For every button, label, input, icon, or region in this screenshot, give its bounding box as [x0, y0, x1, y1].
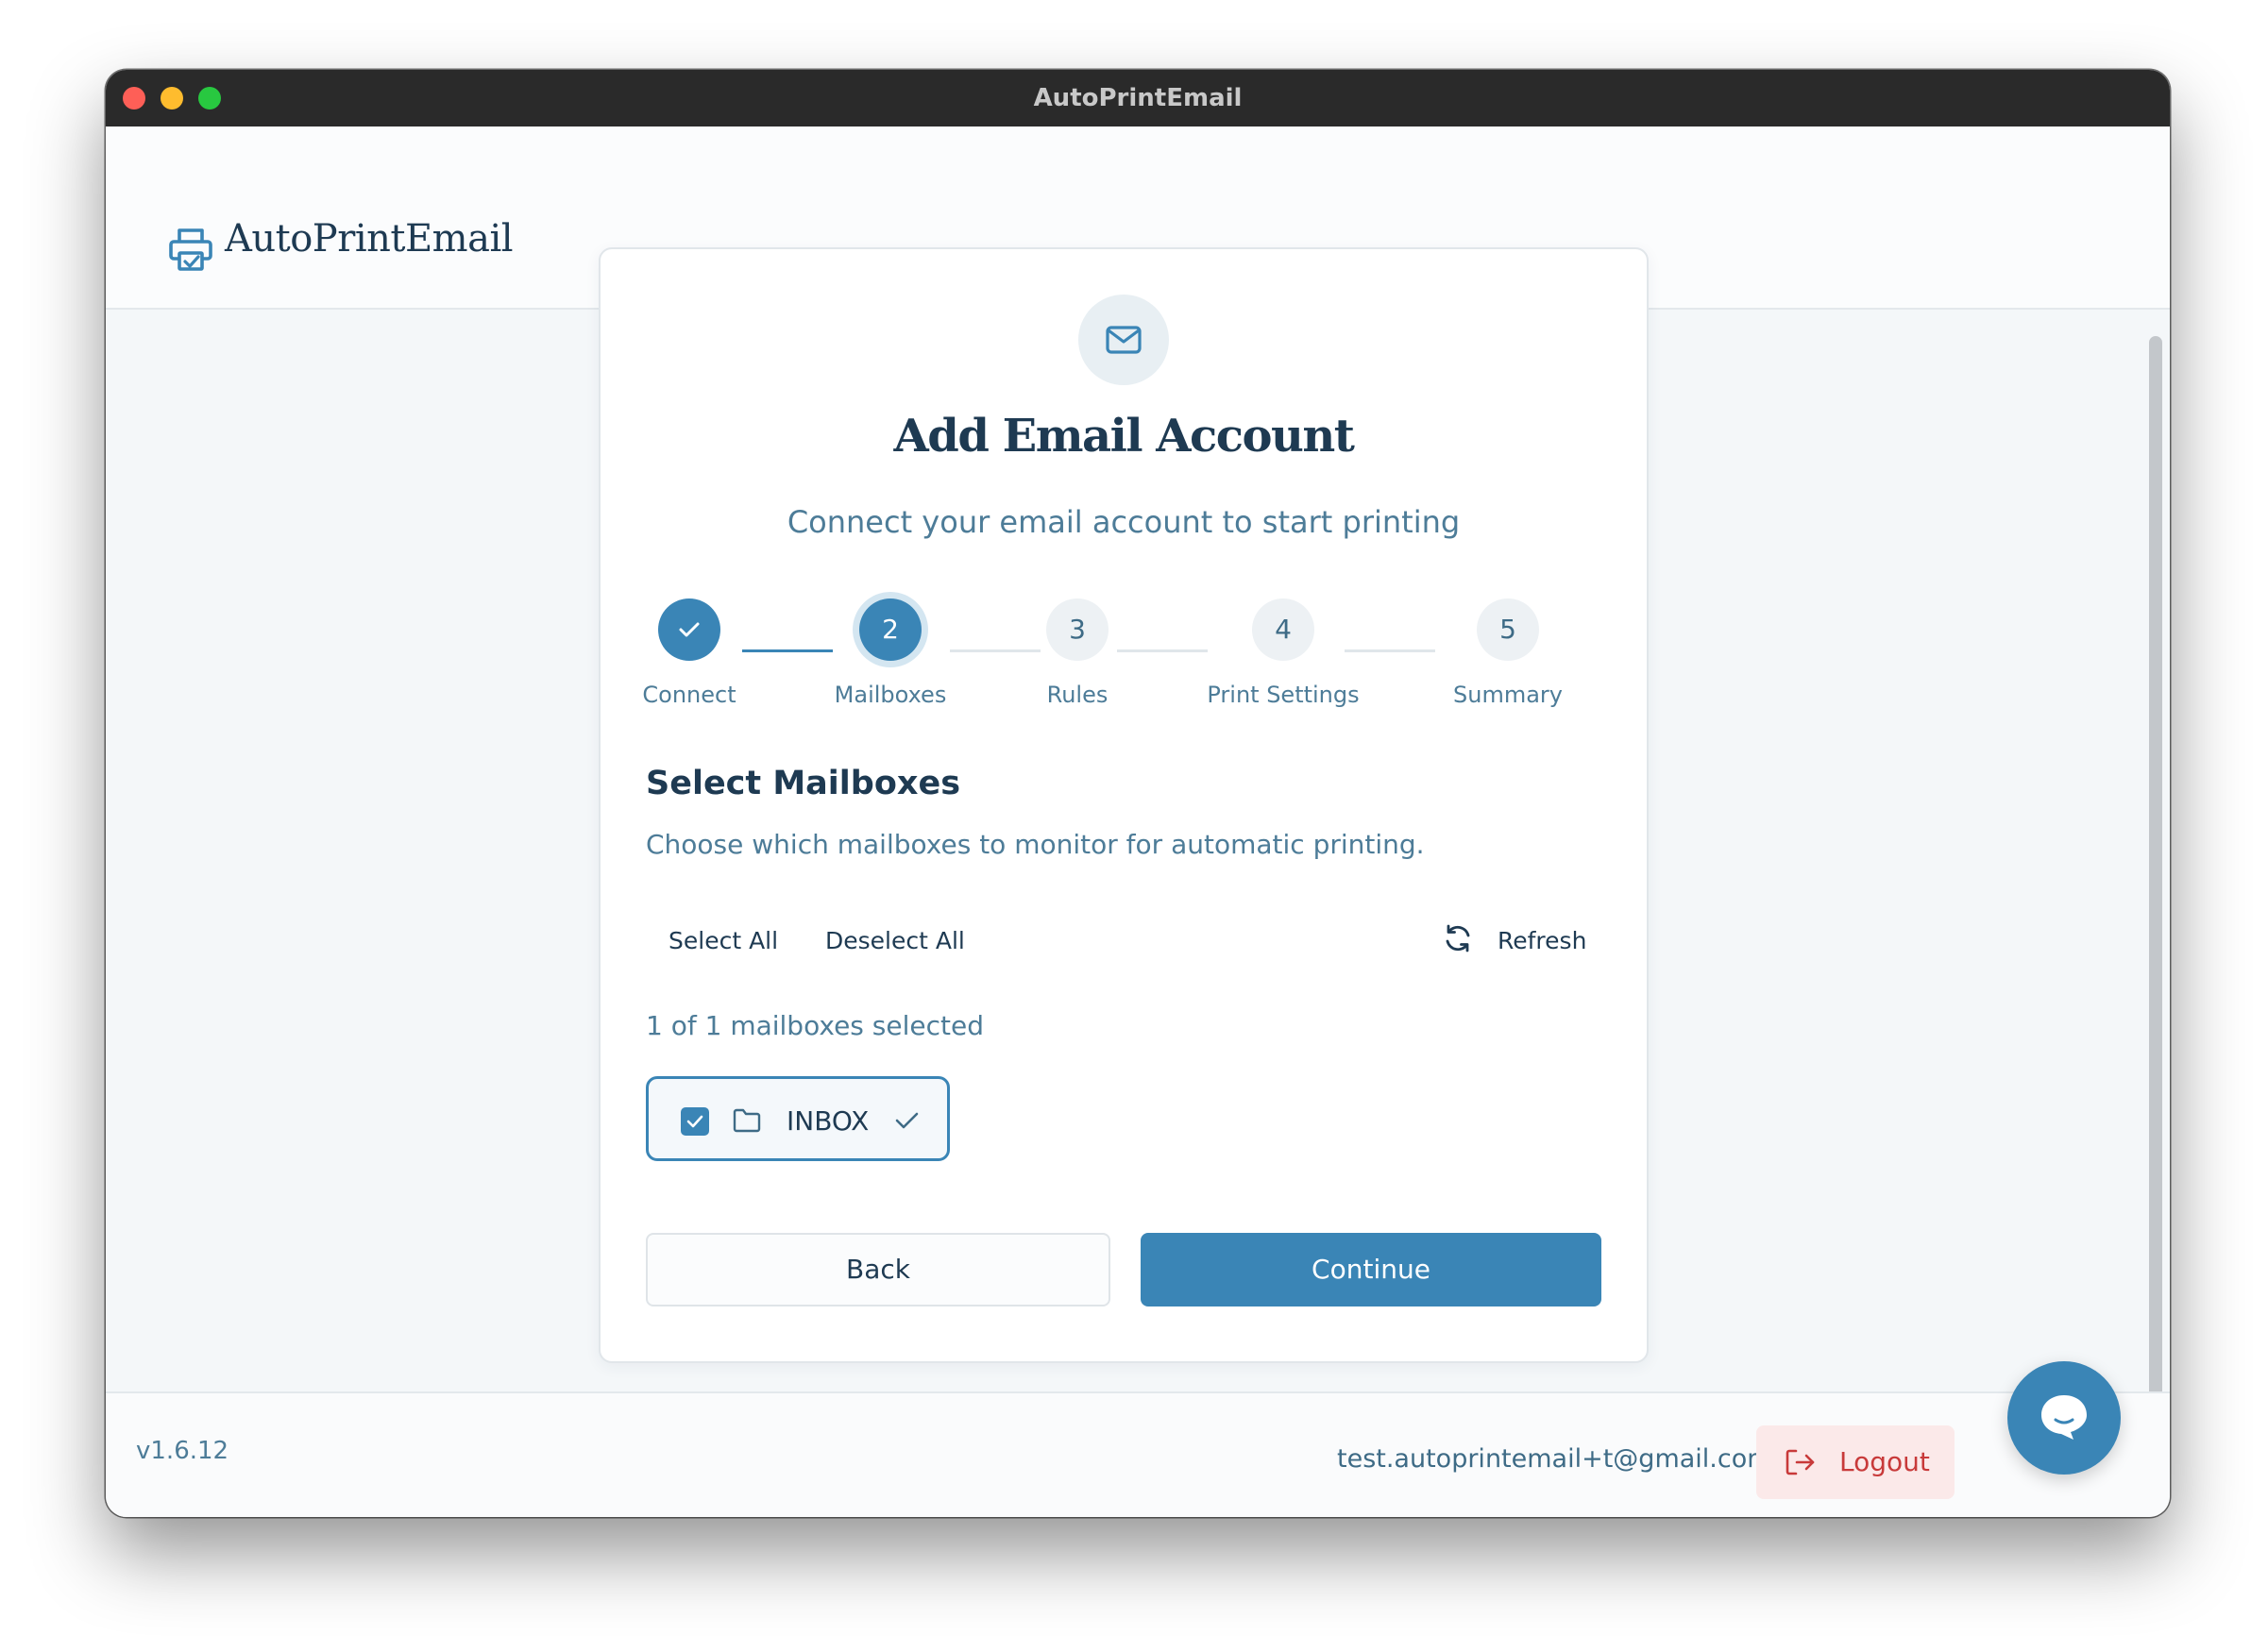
check-icon: [679, 622, 700, 637]
section-description: Choose which mailboxes to monitor for au…: [646, 829, 1425, 860]
page-subtitle: Connect your email account to start prin…: [787, 504, 1461, 540]
step-4-circle[interactable]: 4: [1252, 598, 1314, 661]
chat-bubble-icon: [2041, 1395, 2087, 1440]
step-connector-4: [1345, 649, 1435, 652]
step-5-circle[interactable]: 5: [1477, 598, 1539, 661]
add-account-card: Add Email Account Connect your email acc…: [599, 247, 1649, 1363]
logout-label: Logout: [1839, 1446, 1930, 1477]
deselect-all-button[interactable]: Deselect All: [825, 927, 965, 954]
page-title: Add Email Account: [893, 410, 1355, 463]
mailbox-item-inbox[interactable]: INBOX: [646, 1076, 950, 1161]
checkbox-check-icon: [686, 1115, 703, 1128]
app-window: AutoPrintEmail AutoPrintEmail Add Email …: [106, 70, 2170, 1517]
logout-button[interactable]: Logout: [1756, 1425, 1955, 1499]
scrollbar-thumb[interactable]: [2149, 336, 2162, 1459]
step-connector-1: [742, 649, 833, 652]
app-footer: v1.6.12 test.autoprintemail+t@gmail.com …: [106, 1391, 2170, 1517]
mailbox-checkbox[interactable]: [681, 1107, 709, 1136]
mail-icon-badge: [1078, 295, 1169, 385]
window-title: AutoPrintEmail: [1033, 84, 1243, 112]
step-connector-2: [950, 649, 1041, 652]
step-3-label: Rules: [1046, 682, 1109, 708]
selected-check-icon: [895, 1112, 919, 1129]
step-connector-3: [1117, 649, 1208, 652]
refresh-button[interactable]: Refresh: [1498, 927, 1586, 954]
step-3-circle[interactable]: 3: [1046, 598, 1109, 661]
step-5-label: Summary: [1453, 682, 1563, 708]
app-name: AutoPrintEmail: [225, 217, 514, 261]
step-4-label: Print Settings: [1207, 682, 1360, 708]
title-bar: AutoPrintEmail: [106, 70, 2170, 127]
refresh-icon[interactable]: [1441, 921, 1475, 955]
step-1-circle[interactable]: [658, 598, 720, 661]
version-label: v1.6.12: [136, 1437, 229, 1465]
step-1-label: Connect: [642, 682, 736, 708]
continue-button[interactable]: Continue: [1141, 1233, 1601, 1306]
mail-icon: [1106, 326, 1142, 354]
printer-icon: [169, 228, 212, 271]
mailbox-name: INBOX: [787, 1105, 870, 1137]
logout-icon: [1786, 1449, 1815, 1475]
selection-count: 1 of 1 mailboxes selected: [646, 1010, 984, 1041]
folder-icon: [733, 1108, 761, 1133]
back-button[interactable]: Back: [646, 1233, 1110, 1306]
user-email: test.autoprintemail+t@gmail.com: [1337, 1444, 1772, 1474]
section-title: Select Mailboxes: [646, 765, 961, 802]
chat-support-button[interactable]: [2007, 1361, 2121, 1475]
step-2-circle[interactable]: 2: [859, 598, 922, 661]
select-all-button[interactable]: Select All: [669, 927, 778, 954]
